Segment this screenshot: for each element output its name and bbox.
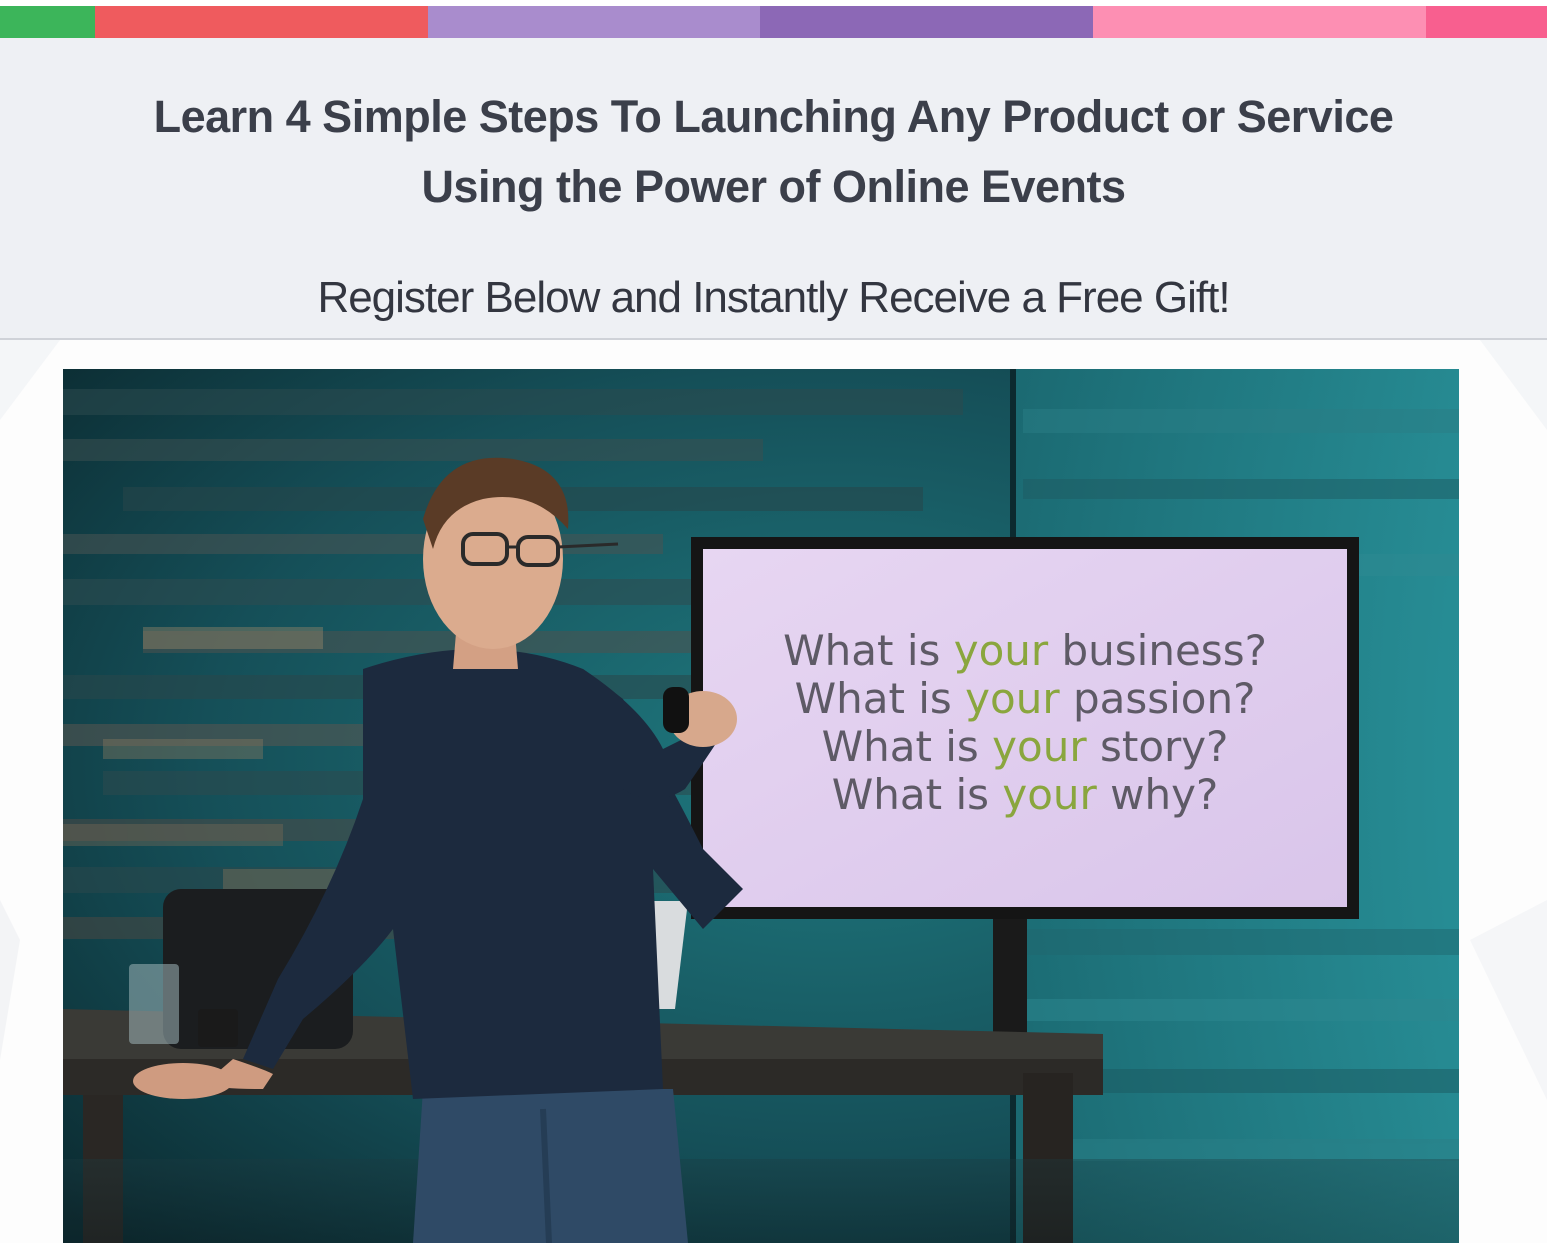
stripe-segment-lavender — [428, 6, 760, 38]
color-stripe — [0, 6, 1547, 38]
page-headline: Learn 4 Simple Steps To Launching Any Pr… — [100, 82, 1447, 222]
stripe-segment-red — [95, 6, 428, 38]
screen-line-3-highlight: your — [992, 722, 1087, 771]
screen-line-2-highlight: your — [965, 674, 1060, 723]
screen-line-4-before: What is — [831, 770, 1003, 819]
presentation-screen-text: What is your business? What is your pass… — [703, 627, 1347, 819]
headline-line-1: Learn 4 Simple Steps To Launching Any Pr… — [153, 91, 1394, 142]
stripe-segment-green — [0, 6, 95, 38]
stripe-segment-purple — [760, 6, 1093, 38]
landing-page: Learn 4 Simple Steps To Launching Any Pr… — [0, 0, 1547, 1243]
screen-line-4-highlight: your — [1002, 770, 1097, 819]
screen-line-1-after: business? — [1048, 626, 1267, 675]
headline-line-2: Using the Power of Online Events — [421, 161, 1126, 212]
stripe-segment-hot-pink — [1426, 6, 1547, 38]
screen-line-3-after: story? — [1086, 722, 1229, 771]
stripe-segment-pink — [1093, 6, 1426, 38]
screen-line-1: What is your business? — [703, 627, 1347, 675]
video-player[interactable]: What is your business? What is your pass… — [63, 369, 1459, 1243]
screen-line-2: What is your passion? — [703, 675, 1347, 723]
page-subheadline: Register Below and Instantly Receive a F… — [317, 273, 1230, 322]
screen-line-3: What is your story? — [703, 723, 1347, 771]
screen-line-4-after: why? — [1096, 770, 1219, 819]
screen-line-3-before: What is — [821, 722, 993, 771]
hero-header: Learn 4 Simple Steps To Launching Any Pr… — [0, 38, 1547, 340]
screen-line-2-after: passion? — [1059, 674, 1256, 723]
screen-line-2-before: What is — [794, 674, 966, 723]
screen-line-1-highlight: your — [953, 626, 1049, 675]
screen-line-1-before: What is — [783, 626, 954, 675]
screen-line-4: What is your why? — [703, 771, 1347, 819]
